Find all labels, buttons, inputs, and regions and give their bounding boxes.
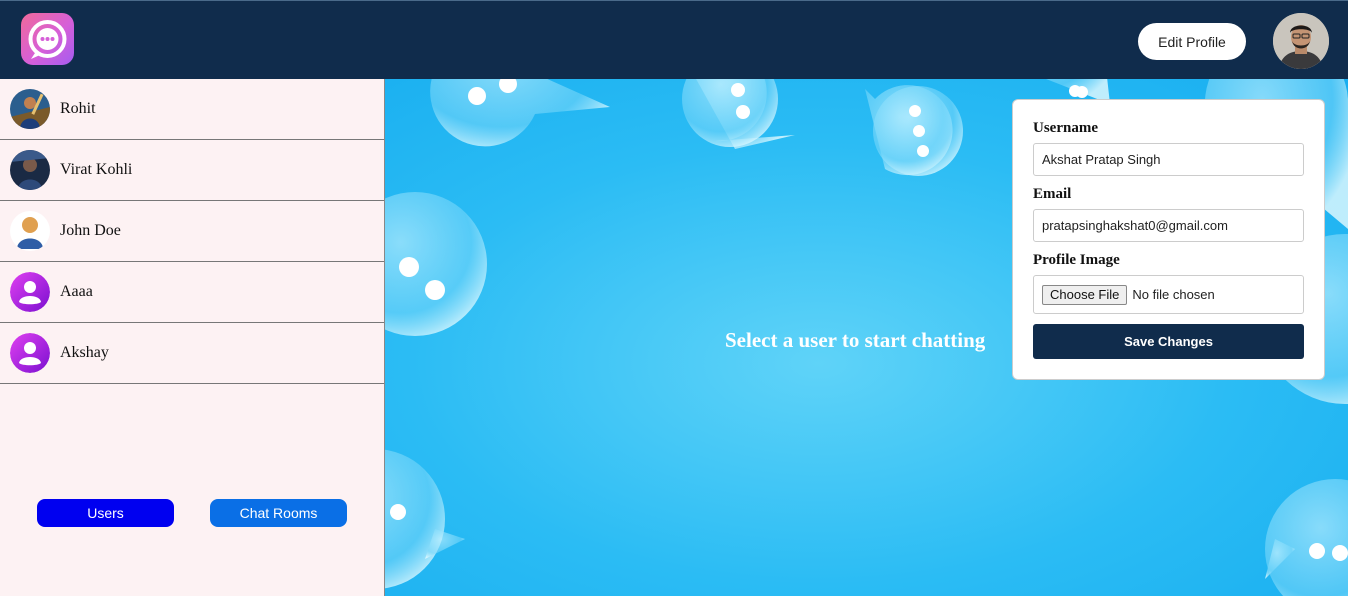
profile-avatar[interactable] [1273, 13, 1329, 69]
edit-profile-button[interactable]: Edit Profile [1138, 23, 1246, 60]
choose-file-button[interactable]: Choose File [1042, 284, 1128, 305]
user-list-item[interactable]: Akshay [0, 323, 384, 384]
user-list-sidebar: Rohit Virat Kohli John Doe Aaaa Akshay U… [0, 79, 385, 596]
no-file-text: No file chosen [1132, 287, 1215, 302]
user-name: John Doe [60, 222, 121, 239]
user-avatar [10, 89, 50, 129]
email-label: Email [1033, 186, 1072, 202]
email-field[interactable]: pratapsinghakshat0@gmail.com [1033, 209, 1304, 242]
user-list-item[interactable]: Virat Kohli [0, 140, 384, 201]
profile-image-file-input: Choose File No file chosen [1033, 275, 1304, 314]
edit-profile-card: Username Akshat Pratap Singh Email prata… [1012, 99, 1325, 380]
save-changes-button[interactable]: Save Changes [1033, 324, 1304, 359]
user-name: Rohit [60, 100, 96, 117]
users-tab-button[interactable]: Users [37, 499, 174, 527]
user-name: Aaaa [60, 283, 93, 300]
user-avatar [10, 333, 50, 373]
user-avatar [10, 272, 50, 312]
user-list-item[interactable]: John Doe [0, 201, 384, 262]
top-navbar: Edit Profile [0, 0, 1348, 79]
user-avatar [10, 150, 50, 190]
chat-bubble-icon[interactable] [21, 13, 74, 65]
empty-chat-message: Select a user to start chatting [725, 328, 986, 352]
user-name: Virat Kohli [60, 161, 133, 178]
username-label: Username [1033, 120, 1098, 136]
chat-rooms-tab-button[interactable]: Chat Rooms [210, 499, 347, 527]
user-avatar [10, 211, 50, 251]
user-list-item[interactable]: Rohit [0, 79, 384, 140]
profile-image-label: Profile Image [1033, 252, 1120, 268]
username-field[interactable]: Akshat Pratap Singh [1033, 143, 1304, 176]
sidebar-tabs: Users Chat Rooms [0, 499, 385, 527]
user-list-item[interactable]: Aaaa [0, 262, 384, 323]
user-name: Akshay [60, 344, 109, 361]
